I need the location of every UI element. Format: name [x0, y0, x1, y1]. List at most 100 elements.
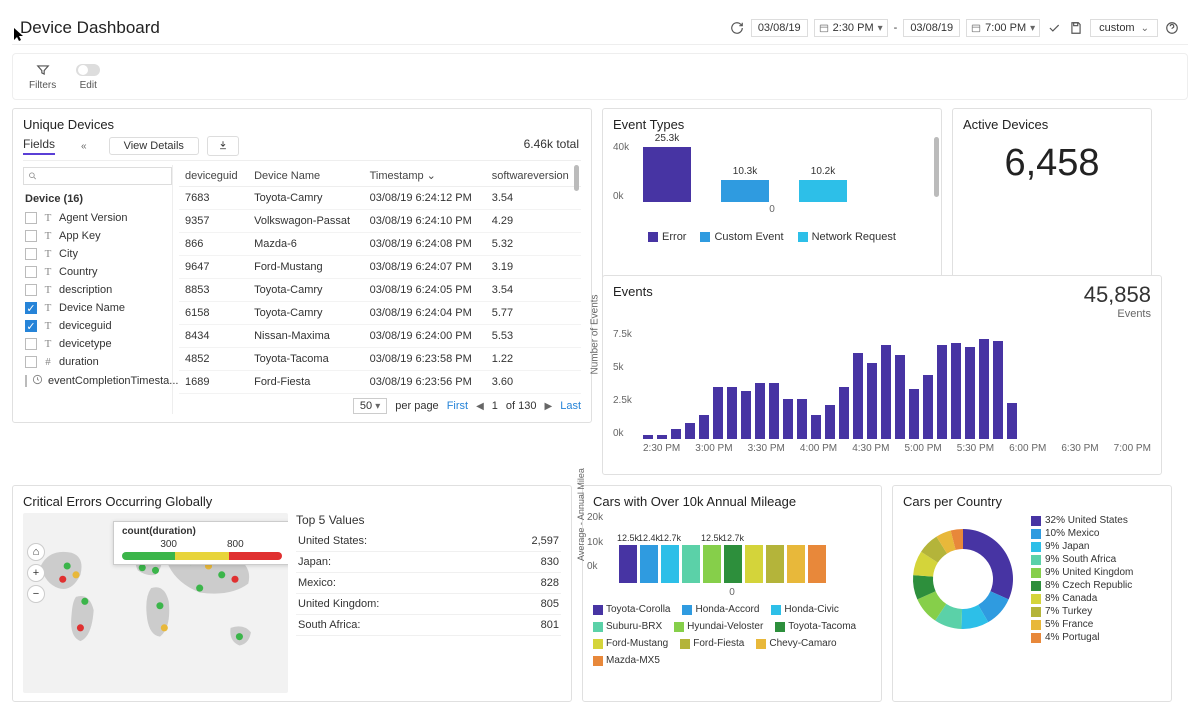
legend-item[interactable]: 32% United States — [1031, 515, 1133, 526]
checkbox-icon[interactable] — [25, 338, 37, 350]
legend-item[interactable]: 8% Canada — [1031, 593, 1133, 604]
legend-item[interactable]: Honda-Civic — [771, 604, 838, 615]
legend-item[interactable]: 9% South Africa — [1031, 554, 1133, 565]
map-zoom-out-button[interactable]: − — [27, 585, 45, 603]
map-home-button[interactable]: ⌂ — [27, 543, 45, 561]
bar-label: 12.7k — [659, 533, 681, 543]
table-row[interactable]: 6158Toyota-Camry03/08/19 6:24:04 PM5.77 — [179, 302, 581, 325]
events-ylabel: Number of Events — [590, 294, 601, 374]
field-row[interactable]: TCity — [23, 245, 172, 263]
legend-item[interactable]: Network Request — [798, 231, 896, 243]
bar — [727, 387, 737, 439]
map-zoom-in-button[interactable]: + — [27, 564, 45, 582]
field-row[interactable]: ✓TDevice Name — [23, 299, 172, 317]
cell: 8853 — [179, 279, 248, 302]
column-header[interactable]: deviceguid — [179, 165, 248, 187]
legend-swatch — [1031, 529, 1041, 539]
time-start[interactable]: 2:30 PM▾ — [814, 19, 888, 37]
checkbox-icon[interactable]: ✓ — [25, 302, 37, 314]
refresh-icon[interactable] — [729, 20, 745, 36]
legend-item[interactable]: Toyota-Tacoma — [775, 621, 856, 632]
world-map[interactable]: ⌂ + − count(duration) 300800 — [23, 513, 288, 693]
panel-mileage: Cars with Over 10k Annual Mileage Averag… — [582, 485, 882, 702]
help-icon[interactable] — [1164, 20, 1180, 36]
table-row[interactable]: 866Mazda-603/08/19 6:24:08 PM5.32 — [179, 233, 581, 256]
checkbox-icon[interactable] — [25, 356, 37, 368]
save-icon[interactable] — [1068, 20, 1084, 36]
bar — [808, 545, 826, 583]
legend-item[interactable]: Custom Event — [700, 231, 783, 243]
table-row[interactable]: 7683Toyota-Camry03/08/19 6:24:12 PM3.54 — [179, 187, 581, 210]
cell: 5.77 — [486, 302, 581, 325]
legend-item[interactable]: 9% Japan — [1031, 541, 1133, 552]
collapse-icon[interactable]: « — [81, 141, 87, 152]
column-header[interactable]: Device Name — [248, 165, 364, 187]
legend-item[interactable]: Toyota-Corolla — [593, 604, 670, 615]
legend-item[interactable]: 9% United Kingdom — [1031, 567, 1133, 578]
pager-next[interactable]: ▶ — [545, 401, 553, 412]
download-button[interactable] — [207, 136, 239, 156]
checkbox-icon[interactable] — [25, 212, 37, 224]
pager-prev[interactable]: ◀ — [476, 401, 484, 412]
legend-item[interactable]: Mazda-MX5 — [593, 655, 660, 666]
legend-item[interactable]: Ford-Fiesta — [680, 638, 744, 649]
view-details-button[interactable]: View Details — [109, 137, 199, 155]
pager-first[interactable]: First — [447, 400, 468, 412]
legend-item[interactable]: Honda-Accord — [682, 604, 759, 615]
field-search-input[interactable] — [37, 170, 167, 182]
time-end[interactable]: 7:00 PM▾ — [966, 19, 1040, 37]
table-row[interactable]: 1689Ford-Fiesta03/08/19 6:23:56 PM3.60 — [179, 371, 581, 394]
column-header[interactable]: softwareversion — [486, 165, 581, 187]
legend-label: 8% Czech Republic — [1045, 580, 1132, 591]
table-row[interactable]: 8853Toyota-Camry03/08/19 6:24:05 PM3.54 — [179, 279, 581, 302]
legend-item[interactable]: Suburu-BRX — [593, 621, 662, 632]
pager-last[interactable]: Last — [560, 400, 581, 412]
cell: Nissan-Maxima — [248, 325, 364, 348]
legend-item[interactable]: 10% Mexico — [1031, 528, 1133, 539]
cell: 9647 — [179, 256, 248, 279]
legend-item[interactable]: Error — [648, 231, 686, 243]
field-row[interactable]: ✓Tdeviceguid — [23, 317, 172, 335]
legend-item[interactable]: 8% Czech Republic — [1031, 580, 1133, 591]
scrollbar[interactable] — [574, 165, 579, 191]
edit-button[interactable]: Edit — [68, 60, 108, 93]
checkbox-icon[interactable] — [25, 248, 37, 260]
table-row[interactable]: 4852Toyota-Tacoma03/08/19 6:23:58 PM1.22 — [179, 348, 581, 371]
field-name: City — [59, 248, 78, 260]
table-row[interactable]: 9647Ford-Mustang03/08/19 6:24:07 PM3.19 — [179, 256, 581, 279]
date-end[interactable]: 03/08/19 — [903, 19, 960, 37]
filters-button[interactable]: Filters — [21, 60, 64, 93]
field-row[interactable]: #duration — [23, 353, 172, 371]
apply-icon[interactable] — [1046, 20, 1062, 36]
checkbox-icon[interactable] — [25, 375, 27, 387]
table-row[interactable]: 9357Volkswagon-Passat03/08/19 6:24:10 PM… — [179, 210, 581, 233]
legend-item[interactable]: Ford-Mustang — [593, 638, 668, 649]
table-row[interactable]: 8434Nissan-Maxima03/08/19 6:24:00 PM5.53 — [179, 325, 581, 348]
legend-item[interactable]: Hyundai-Veloster — [674, 621, 763, 632]
tab-fields[interactable]: Fields — [23, 137, 55, 155]
field-row[interactable]: TAgent Version — [23, 209, 172, 227]
field-row[interactable]: Tdevicetype — [23, 335, 172, 353]
field-row[interactable]: eventCompletionTimesta... — [23, 371, 172, 391]
checkbox-icon[interactable] — [25, 230, 37, 242]
field-group[interactable]: Device (16) — [23, 189, 172, 209]
checkbox-icon[interactable] — [25, 284, 37, 296]
scrollbar[interactable] — [934, 137, 939, 197]
panel-title: Event Types — [613, 117, 931, 132]
field-row[interactable]: Tdescription — [23, 281, 172, 299]
field-search[interactable] — [23, 167, 172, 185]
field-row[interactable]: TCountry — [23, 263, 172, 281]
cell: Toyota-Tacoma — [248, 348, 364, 371]
legend-item[interactable]: 7% Turkey — [1031, 606, 1133, 617]
field-row[interactable]: TApp Key — [23, 227, 172, 245]
range-mode-select[interactable]: custom⌄ — [1090, 19, 1158, 37]
date-start[interactable]: 03/08/19 — [751, 19, 808, 37]
toolbar: Filters Edit — [12, 53, 1188, 100]
legend-item[interactable]: 5% France — [1031, 619, 1133, 630]
legend-item[interactable]: 4% Portugal — [1031, 632, 1133, 643]
checkbox-icon[interactable] — [25, 266, 37, 278]
column-header[interactable]: Timestamp ⌄ — [364, 165, 486, 187]
page-size-select[interactable]: 50 ▾ — [353, 398, 387, 414]
checkbox-icon[interactable]: ✓ — [25, 320, 37, 332]
legend-item[interactable]: Chevy-Camaro — [756, 638, 836, 649]
